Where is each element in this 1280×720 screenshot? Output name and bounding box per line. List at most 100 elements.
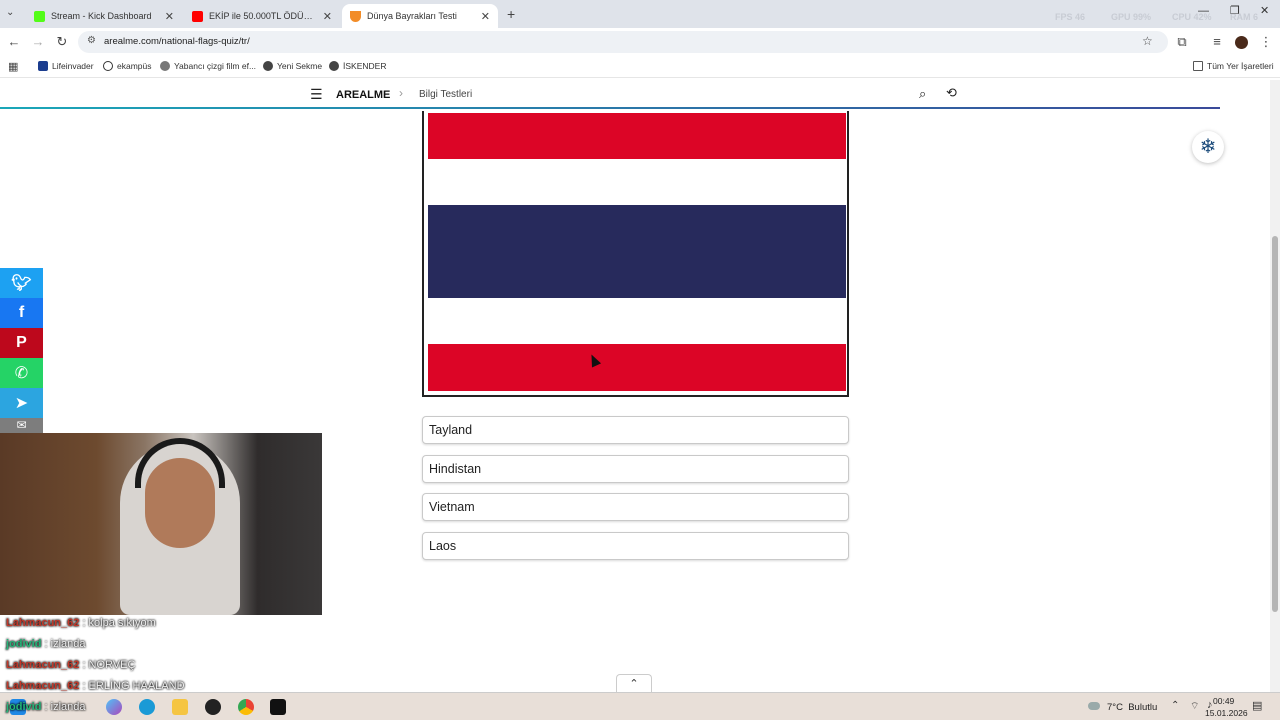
tab-kick-dashboard[interactable]: Stream - Kick Dashboard ✕ [26, 4, 182, 28]
flag-stripe-red [428, 344, 846, 391]
pinterest-share-button[interactable]: P [0, 328, 43, 358]
all-bookmarks-folder[interactable]: Tüm Yer İşaretleri [1193, 61, 1274, 71]
email-icon: ✉ [16, 418, 27, 432]
scroll-top-button[interactable]: ⌃ [616, 674, 652, 692]
search-icon[interactable]: ⌕ [919, 86, 926, 102]
bookmark-new-tab[interactable]: Yeni Sekme [263, 61, 322, 71]
facebook-share-button[interactable]: f [0, 298, 43, 328]
breadcrumb-category[interactable]: Bilgi Testleri [419, 89, 472, 100]
clock-date[interactable]: 15.01.2026 [1205, 708, 1248, 718]
bookmark-star-icon[interactable]: ☆ [1142, 34, 1153, 48]
page-scrollbar-thumb[interactable] [1272, 236, 1278, 612]
header-accent-line [0, 107, 1220, 109]
globe-icon [263, 61, 273, 71]
flag-stripe-white [428, 159, 846, 205]
weather-icon [1088, 702, 1100, 710]
address-bar[interactable]: ⚙ arealme.com/national-flags-quiz/tr/ ☆ [78, 31, 1168, 53]
site-brand[interactable]: AREALME [336, 89, 390, 101]
minimize-button[interactable]: — [1198, 5, 1209, 17]
clock-time[interactable]: 00:49 [1213, 696, 1234, 706]
site-header: ☰ AREALME › Bilgi Testleri ⌕ ⟲ [0, 80, 1270, 109]
flag-image [422, 111, 849, 397]
maximize-button[interactable]: ❐ [1230, 4, 1240, 17]
close-tab-icon[interactable]: ✕ [165, 10, 174, 23]
chrome-icon[interactable] [238, 699, 254, 715]
chat-message: Lahmacun_62 : kolpa sıkıyom [6, 617, 156, 629]
tab-title: Stream - Kick Dashboard [51, 11, 152, 21]
whatsapp-icon: ✆ [14, 365, 29, 382]
app-icon[interactable] [205, 699, 221, 715]
ekampus-icon [103, 61, 113, 71]
fps-readout: FPS 46 [1055, 12, 1086, 22]
kick-icon [34, 10, 45, 22]
windows-taskbar: jodivid : izlanda 7°C Bulutlu ⌃ ⌔ ♪ 00:4… [0, 692, 1280, 720]
url-text: arealme.com/national-flags-quiz/tr/ [104, 36, 250, 47]
bookmark-lifeinvader[interactable]: Lifeinvader [38, 61, 94, 71]
bookmarks-bar: ▦ Lifeinvader ekampüs Yabancı çizgi film… [0, 56, 1280, 78]
folder-icon [1193, 61, 1203, 71]
webcam-overlay [0, 433, 322, 615]
forward-button[interactable]: → [30, 34, 46, 50]
history-icon[interactable]: ⟲ [946, 85, 957, 101]
snowflake-settings-icon[interactable]: ❄ [1192, 131, 1224, 163]
kick-app-icon[interactable] [270, 699, 286, 715]
close-window-button[interactable]: ✕ [1260, 4, 1269, 17]
webcam-headset [135, 438, 225, 488]
telegram-icon: ➤ [14, 395, 29, 412]
facebook-icon: f [18, 304, 25, 321]
chat-message: Lahmacun_62 : ERLİNG HAALAND [6, 680, 185, 692]
flag-stripe-red [428, 113, 846, 159]
lifeinvader-icon [38, 61, 48, 71]
file-explorer-icon[interactable] [172, 699, 188, 715]
bookmark-ekampus[interactable]: ekampüs [103, 61, 152, 71]
flag-stripe-white [428, 298, 846, 344]
arealme-icon [350, 10, 361, 22]
gpu-readout: GPU 99% [1111, 12, 1152, 22]
tab-search-button[interactable]: ⌄ [6, 7, 14, 18]
browser-tab-strip: ⌄ Stream - Kick Dashboard ✕ EKİP ile 50.… [0, 0, 1280, 28]
close-tab-icon[interactable]: ✕ [481, 10, 490, 23]
hamburger-menu-icon[interactable]: ☰ [310, 86, 323, 103]
answer-option[interactable]: Tayland [422, 416, 849, 444]
bookmark-iskender[interactable]: İSKENDER [329, 61, 386, 71]
site-info-icon[interactable]: ⚙ [87, 35, 96, 46]
close-tab-icon[interactable]: ✕ [323, 10, 332, 23]
answer-option[interactable]: Vietnam [422, 493, 849, 521]
answer-option[interactable]: Laos [422, 532, 849, 560]
menu-kebab-icon[interactable]: ⋮ [1258, 34, 1274, 50]
chevron-right-icon: › [399, 86, 403, 100]
media-icon[interactable]: ≡ [1209, 34, 1225, 50]
network-icon[interactable]: ⌔ [1190, 700, 1199, 713]
telegram-share-button[interactable]: ➤ [0, 388, 43, 418]
bookmark-cartoon[interactable]: Yabancı çizgi film ef... [160, 61, 256, 71]
extensions-icon[interactable]: ⧉ [1174, 34, 1190, 50]
copilot-icon[interactable] [106, 699, 122, 715]
profile-avatar[interactable] [1235, 36, 1248, 49]
reload-button[interactable]: ↻ [54, 34, 70, 50]
chat-message: jodivid : izlanda [6, 638, 86, 650]
whatsapp-share-button[interactable]: ✆ [0, 358, 43, 388]
new-tab-button[interactable]: + [507, 6, 515, 22]
edge-icon[interactable] [139, 699, 155, 715]
tab-title: EKİP ile 50.000TL ÖDÜLLÜ MM... [209, 11, 317, 21]
youtube-icon [192, 10, 203, 22]
notification-icon[interactable]: ▤ [1252, 699, 1262, 712]
weather-text[interactable]: 7°C Bulutlu [1107, 702, 1157, 713]
browser-toolbar: ← → ↻ ⚙ arealme.com/national-flags-quiz/… [0, 28, 1280, 56]
tab-title: Dünya Bayrakları Testi [367, 11, 457, 21]
web-icon [160, 61, 170, 71]
answer-option[interactable]: Hindistan [422, 455, 849, 483]
chat-message: Lahmacun_62 : NORVEÇ [6, 659, 136, 671]
flag-stripe-blue [428, 205, 846, 298]
twitter-share-button[interactable]: 🐦︎ [0, 268, 43, 298]
tray-chevron-icon[interactable]: ⌃ [1171, 700, 1179, 711]
email-share-button[interactable]: ✉ [0, 418, 43, 434]
tab-youtube[interactable]: EKİP ile 50.000TL ÖDÜLLÜ MM... ✕ [184, 4, 340, 28]
chat-message: jodivid : izlanda [6, 701, 86, 713]
tab-flags-quiz[interactable]: Dünya Bayrakları Testi ✕ [342, 4, 498, 28]
twitter-icon: 🐦︎ [11, 275, 32, 292]
pinterest-icon: P [16, 334, 27, 351]
globe-icon [329, 61, 339, 71]
apps-grid-icon[interactable]: ▦ [8, 60, 18, 73]
back-button[interactable]: ← [6, 34, 22, 50]
